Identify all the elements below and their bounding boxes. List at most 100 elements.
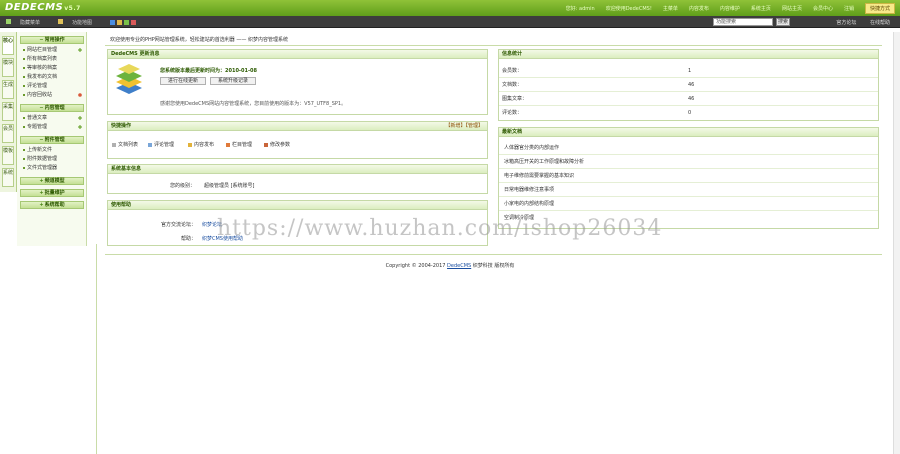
publish-icon <box>188 142 192 147</box>
quick-publish[interactable]: 内容发布 <box>188 141 214 148</box>
stat-row-docs: 文档数： 46 <box>499 80 878 92</box>
vertical-scrollbar[interactable] <box>893 32 900 454</box>
upgrade-log-button[interactable]: 系统升级记录 <box>210 77 256 85</box>
dedecms-logo: DEDECMSv5.7 <box>5 2 81 13</box>
copyright-link[interactable]: DedeCMS <box>447 263 471 269</box>
category-icon <box>226 142 230 147</box>
stat-row-gallery: 图集文章： 46 <box>499 94 878 106</box>
skin-yellow-icon[interactable] <box>117 20 123 25</box>
article-item[interactable]: 电子维修前需要掌握的基本知识 <box>499 170 878 183</box>
stats-panel: 信息统计 会员数： 1 文档数： 46 图集文章： 46 评论数： 0 <box>498 49 879 121</box>
welcome-message: 欢迎使用专业的PHP网站管理系统，轻松建站的首选利器 —— 织梦内容管理系统 <box>110 37 288 43</box>
nav-main-menu[interactable]: 主菜单 <box>663 5 678 12</box>
article-item[interactable]: 日常电器维修注意事项 <box>499 184 878 197</box>
quick-menu-button[interactable]: 快捷方式 <box>864 2 895 14</box>
hide-menu-button[interactable]: 隐藏菜单 <box>6 19 49 26</box>
sidebar-item-pending-docs[interactable]: 等审核的档案 <box>23 65 83 72</box>
section-content-manage[interactable]: −内容管理 <box>20 104 84 112</box>
nav-content-maintain[interactable]: 内容维护 <box>720 5 740 12</box>
comment-icon <box>148 142 152 147</box>
update-time-text: 您系统版本最后更新时间为：2010-01-08 <box>160 68 257 74</box>
sidebar-item-attachment-data[interactable]: 附件数据管理 <box>23 156 83 163</box>
section-common-ops[interactable]: −常用操作 <box>20 36 84 44</box>
function-map-button[interactable]: 功能地图 <box>58 19 101 26</box>
quick-comments[interactable]: 评论管理 <box>148 141 174 148</box>
sidebar-item-comments[interactable]: 评论管理 <box>23 83 83 90</box>
skin-green-icon[interactable] <box>124 20 130 25</box>
copyright: Copyright © 2004-2017 DedeCMS 织梦科技 版权所有 <box>385 263 515 269</box>
quick-categories[interactable]: 栏目管理 <box>226 141 252 148</box>
user-greeting: 您好: admin <box>565 5 595 12</box>
help-panel-title: 使用帮助 <box>108 201 487 210</box>
section-system-help[interactable]: +系统帮助 <box>20 201 84 209</box>
sidebar-item-all-docs[interactable]: 所有档案列表 <box>23 56 83 63</box>
tab-core[interactable]: 核心 <box>2 36 14 55</box>
update-panel: DedeCMS 更新消息 您系统版本最后更新时间为：2010-01-08 进行在… <box>107 49 488 115</box>
article-item[interactable]: 冰箱高压开关的工作原理和故障分析 <box>499 156 878 169</box>
sidebar-item-my-docs[interactable]: 我发布的文档 <box>23 74 83 81</box>
stats-panel-title: 信息统计 <box>499 50 878 59</box>
nav-logout[interactable]: 注销 <box>844 5 854 12</box>
nav-member-center[interactable]: 会员中心 <box>813 5 833 12</box>
stat-row-comments: 评论数： 0 <box>502 110 692 116</box>
sidebar: −常用操作 网站栏目管理 所有档案列表 等审核的档案 我发布的文档 评论管理 内… <box>17 32 87 246</box>
package-icon <box>116 64 142 94</box>
divider <box>105 45 882 46</box>
doc-list-icon <box>112 142 116 147</box>
section-channel-models[interactable]: +频道模型 <box>20 177 84 185</box>
stat-row-members: 会员数： 1 <box>499 66 878 78</box>
hide-menu-icon <box>6 19 11 24</box>
update-panel-title: DedeCMS 更新消息 <box>108 50 487 59</box>
sidebar-item-file-manager[interactable]: 文件式管理器 <box>23 165 83 172</box>
sidebar-item-recycle-bin[interactable]: 内容回收站 <box>23 92 83 99</box>
forum-label: 官方交流论坛： <box>160 222 196 228</box>
tab-collect[interactable]: 采集 <box>2 102 14 121</box>
help-link[interactable]: 在线帮助 <box>870 20 890 26</box>
quick-ops-title: 快捷操作 【新增】【管理】 <box>108 122 487 131</box>
sidebar-item-category-manage[interactable]: 网站栏目管理 <box>23 47 83 54</box>
search-button[interactable]: 搜索 <box>776 18 790 26</box>
tab-modules[interactable]: 模块 <box>2 58 14 77</box>
top-header: DEDECMSv5.7 您好: admin 欢迎使用DedeCMS! 主菜单 内… <box>0 0 900 16</box>
sidebar-item-topics[interactable]: 专题管理 <box>23 124 83 131</box>
article-item[interactable]: 小家电的内部结构原理 <box>499 198 878 211</box>
online-update-button[interactable]: 进行在线更新 <box>160 77 206 85</box>
forum-link[interactable]: 官方论坛 <box>836 20 856 26</box>
system-info-title: 系统基本信息 <box>108 165 487 174</box>
search-input[interactable]: 功能搜索 <box>713 18 773 26</box>
section-attachments[interactable]: −附件管理 <box>20 136 84 144</box>
skin-blue-icon[interactable] <box>110 20 116 25</box>
watermark: https://www.huzhan.com/ishop26034 <box>217 216 663 241</box>
section-batch-maintain[interactable]: +批量维护 <box>20 189 84 197</box>
quick-settings[interactable]: 修改参数 <box>264 141 290 148</box>
recycle-icon[interactable] <box>78 93 82 97</box>
tab-generate[interactable]: 生成 <box>2 80 14 99</box>
user-level-value: 超级管理员 [系统账号] <box>204 183 255 189</box>
skin-red-icon[interactable] <box>131 20 137 25</box>
latest-articles-panel: 最新文档 人体器官分类的内部运作 冰箱高压开关的工作原理和故障分析 电子维修前需… <box>498 127 879 229</box>
add-icon[interactable] <box>78 125 82 129</box>
tab-members[interactable]: 会员 <box>2 124 14 143</box>
map-icon <box>58 19 64 24</box>
nav-site-home[interactable]: 网站主页 <box>782 5 802 12</box>
top-nav: 您好: admin 欢迎使用DedeCMS! 主菜单 内容发布 内容维护 系统主… <box>566 0 900 16</box>
tab-templates[interactable]: 模板 <box>2 146 14 165</box>
latest-articles-title: 最新文档 <box>499 128 878 137</box>
nav-content-publish[interactable]: 内容发布 <box>689 5 709 12</box>
add-icon[interactable] <box>78 48 82 52</box>
version-thanks-text: 感谢您使用DedeCMS网站内容管理系统，您目前使用的版本为：V57_UTF8_… <box>160 101 347 107</box>
tab-system[interactable]: 系统 <box>2 168 14 187</box>
sidebar-item-upload[interactable]: 上传新文件 <box>23 147 83 154</box>
sidebar-item-articles[interactable]: 普通文章 <box>23 115 83 122</box>
divider <box>96 244 97 454</box>
quick-ops-panel: 快捷操作 【新增】【管理】 文档列表 评论管理 内容发布 栏目管理 修改参数 <box>107 121 488 159</box>
nav-system-home[interactable]: 系统主页 <box>751 5 771 12</box>
quick-doc-list[interactable]: 文档列表 <box>112 141 138 148</box>
quick-ops-manage-links[interactable]: 【新增】【管理】 <box>445 122 483 130</box>
add-icon[interactable] <box>78 116 82 120</box>
article-item[interactable]: 人体器官分类的内部运作 <box>499 142 878 155</box>
user-level-label: 您的级别： <box>170 183 196 189</box>
vertical-tabs: 核心 模块 生成 采集 会员 模板 系统 <box>0 32 17 192</box>
divider <box>105 254 882 255</box>
welcome-text: 欢迎使用DedeCMS! <box>605 5 652 12</box>
